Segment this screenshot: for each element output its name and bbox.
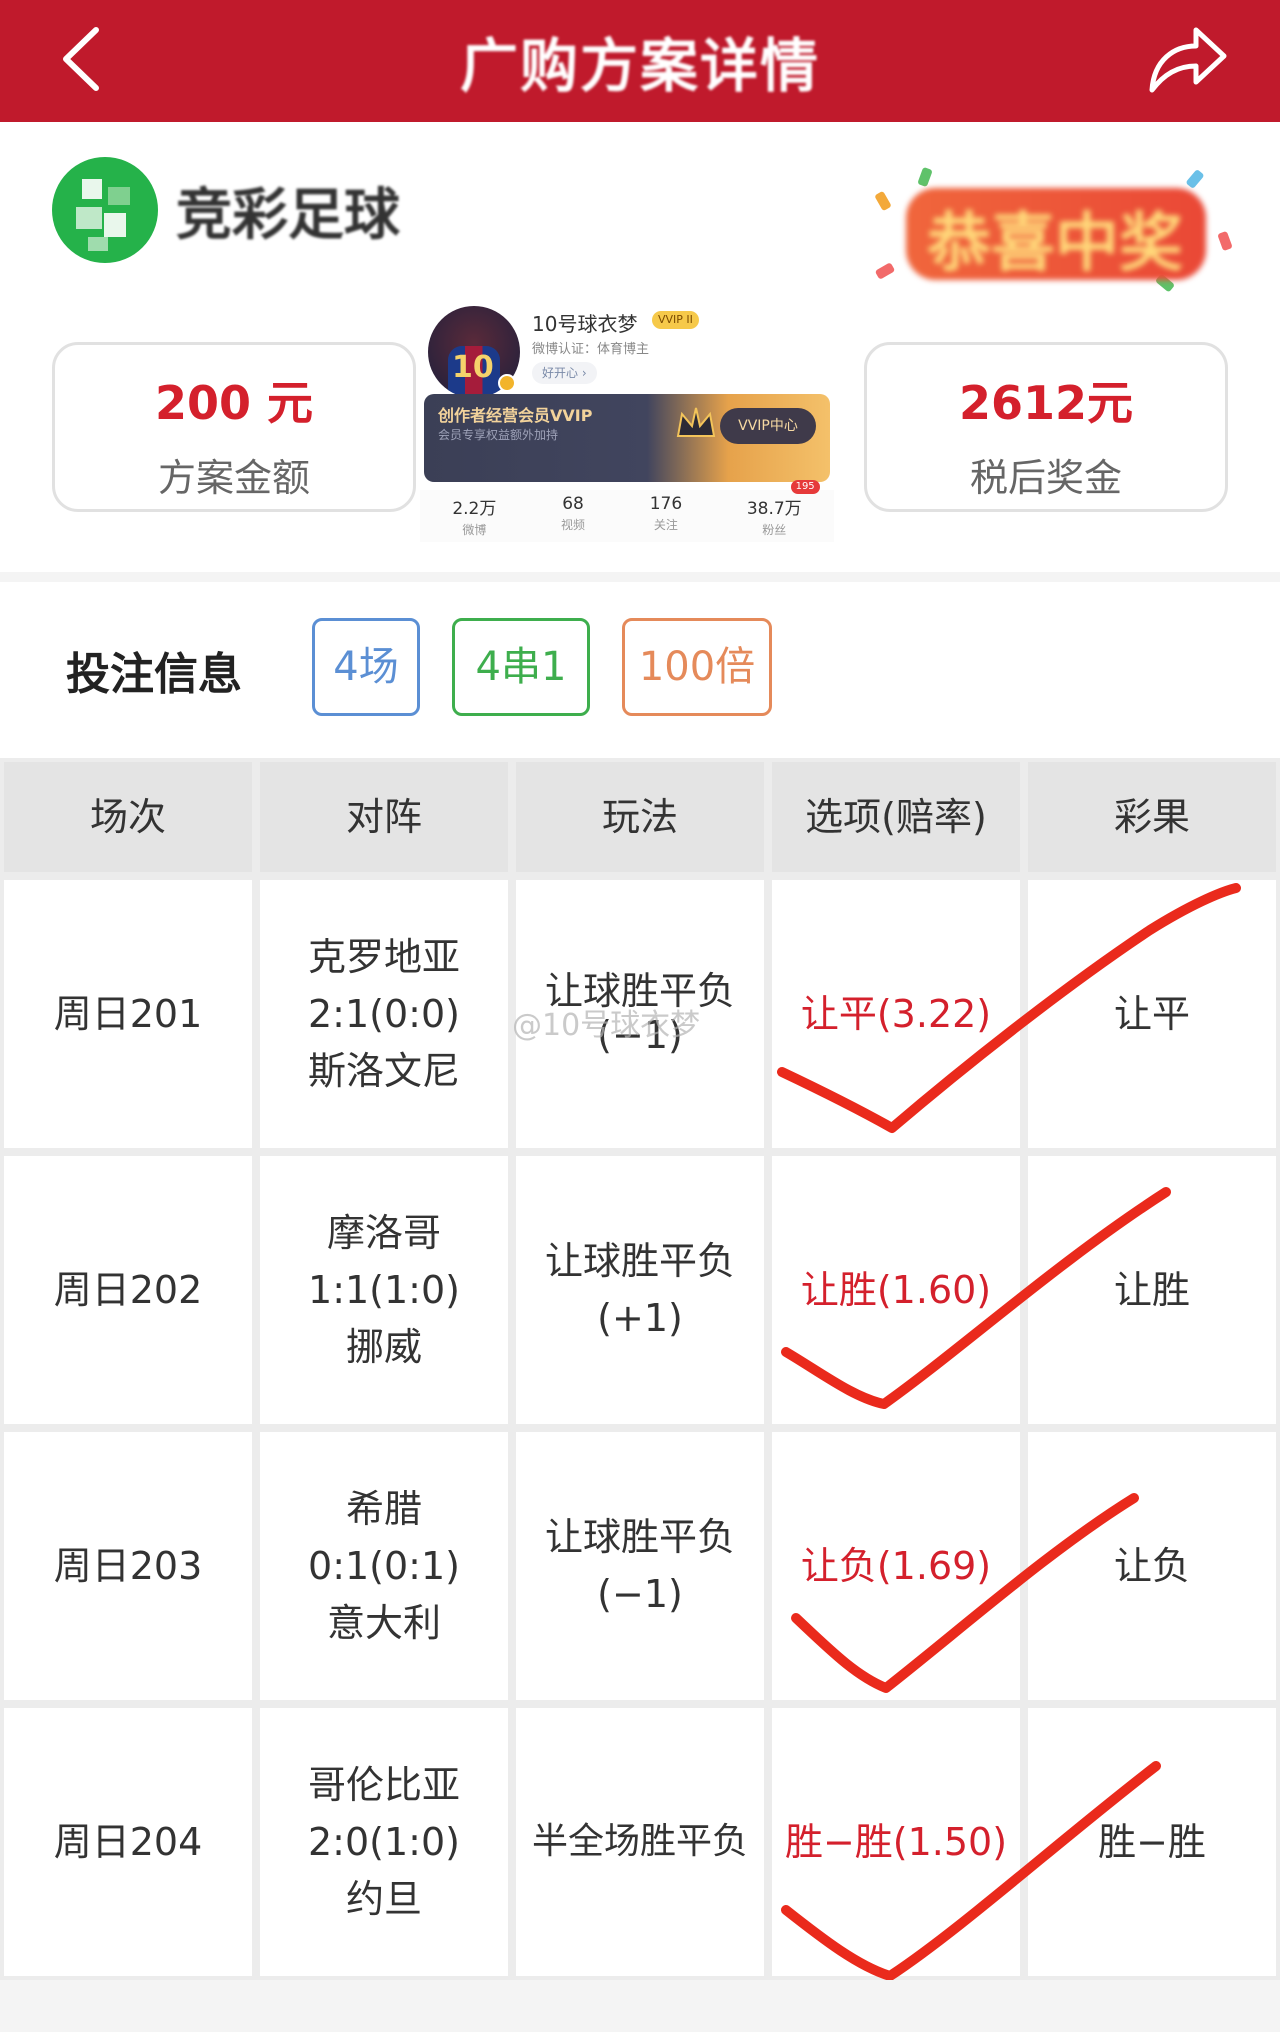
vvip-subtitle: 会员专享权益额外加持 [438,428,559,442]
stat-video[interactable]: 68 视频 [561,490,585,542]
bet-info-heading: 投注信息 [66,649,242,700]
stat-video-num: 68 [562,494,584,514]
vvip-title: 创作者经营会员VVIP [438,406,593,425]
cell-result: 让负 [1028,1432,1276,1700]
home-team: 克罗地亚 [307,934,460,979]
match-score: 0:1(0:1) [308,1543,460,1588]
profile-name[interactable]: 10号球衣梦 [532,308,637,337]
cell-result: 让胜 [1028,1156,1276,1424]
shirt-number: 10 [452,350,494,385]
bet-table: 场次 对阵 玩法 选项(赔率) 彩果 周日201 克罗地亚 2:1(0:0) 斯… [0,758,1280,1980]
vvip-banner[interactable]: 创作者经营会员VVIP 会员专享权益额外加持 VVIP中心 [424,394,830,482]
play-type: 让球胜平负 [544,1239,735,1283]
chip-multiplier: 100倍 [622,618,772,716]
brand-name: 竞彩足球 [176,182,400,248]
stat-fans-label: 粉丝 [762,523,787,537]
away-team: 意大利 [326,1600,441,1645]
chip-combo: 4串1 [452,618,590,716]
cell-option: 胜−胜(1.50) [772,1708,1020,1976]
stat-weibo[interactable]: 2.2万 微博 [452,490,496,542]
notification-badge: 195 [790,480,820,494]
away-team: 约旦 [345,1876,422,1921]
play-type: 让球胜平负 [544,1515,735,1559]
table-header: 场次 [4,762,252,872]
stat-fans[interactable]: 38.7万 粉丝 195 [746,480,820,542]
match-score: 1:1(1:0) [308,1267,460,1312]
cell-option: 让胜(1.60) [772,1156,1020,1424]
brand-logo: 竞彩足球 [52,157,400,263]
home-team: 哥伦比亚 [307,1762,460,1807]
play-handicap: (−1) [597,1572,683,1616]
cell-result: 让平 [1028,880,1276,1148]
amount-box: 200 元 方案金额 [52,342,416,512]
home-team: 希腊 [345,1486,422,1531]
play-type: 半全场胜平负 [531,1821,748,1862]
prize-value: 2612元 [958,376,1134,430]
watermark: @10号球衣梦 [512,1008,701,1043]
vvip-center-button[interactable]: VVIP中心 [720,408,816,444]
page-title: 广购方案详情 [459,32,820,100]
page-bottom [0,1980,1280,2032]
match-score: 2:0(1:0) [308,1819,460,1864]
home-team: 摩洛哥 [326,1210,441,1255]
amount-label: 方案金额 [157,456,310,500]
prize-box: 2612元 税后奖金 [864,342,1228,512]
cell-match: 摩洛哥 1:1(1:0) 挪威 [260,1156,508,1424]
chip-matches: 4场 [312,618,420,716]
cell-play: 让球胜平负 (+1) [516,1156,764,1424]
option-odds: 让负(1.69) [800,1543,992,1588]
away-team: 挪威 [345,1324,422,1369]
stat-follow[interactable]: 176 关注 [650,490,682,542]
stat-weibo-num: 2.2万 [452,499,497,519]
prize-label: 税后奖金 [969,456,1122,500]
table-header: 对阵 [260,762,508,872]
hero-section: 竞彩足球 恭喜中奖 200 元 方案金额 2612元 税后奖金 10 10号球衣… [0,122,1280,572]
cell-session: 周日203 [4,1432,252,1700]
cell-match: 希腊 0:1(0:1) 意大利 [260,1432,508,1700]
table-header: 选项(赔率) [772,762,1020,872]
match-score: 2:1(0:0) [308,991,460,1036]
bet-info-section: 投注信息 4场 4串1 100倍 [0,582,1280,758]
cell-result: 胜−胜 [1028,1708,1276,1976]
option-odds: 让胜(1.60) [800,1267,992,1312]
crown-icon [676,407,716,437]
cell-play: 半全场胜平负 [516,1708,764,1976]
profile-card[interactable]: 10 10号球衣梦 VVIP II 微博认证：体育博主 好开心 › 创作者经营会… [420,302,834,542]
play-handicap: (+1) [597,1296,683,1340]
cell-session: 周日202 [4,1156,252,1424]
table-header: 彩果 [1028,762,1276,872]
option-odds: 让平(3.22) [800,991,992,1036]
app-header: 广购方案详情 [0,0,1280,122]
happy-badge[interactable]: 好开心 › [532,362,597,384]
badge-text: 恭喜中奖 [927,207,1183,281]
amount-value: 200 元 [154,376,314,430]
option-odds: 胜−胜(1.50) [784,1819,1008,1864]
cell-option: 让平(3.22) [772,880,1020,1148]
away-team: 斯洛文尼 [307,1048,460,1093]
winning-badge: 恭喜中奖 [860,162,1240,293]
stat-fans-num: 38.7万 [746,499,802,519]
table-header: 玩法 [516,762,764,872]
cell-play: 让球胜平负 (−1) [516,1432,764,1700]
cell-match: 哥伦比亚 2:0(1:0) 约旦 [260,1708,508,1976]
cell-session: 周日201 [4,880,252,1148]
verified-icon [498,374,516,392]
stat-follow-label: 关注 [653,518,678,532]
brand-logo-icon [52,157,158,263]
share-arrow-icon[interactable] [1144,18,1230,98]
vip-tag: VVIP II [652,311,699,329]
cell-option: 让负(1.69) [772,1432,1020,1700]
stat-follow-num: 176 [649,494,683,514]
profile-cert: 微博认证：体育博主 [532,342,650,357]
chevron-left-icon[interactable] [52,24,112,94]
stat-weibo-label: 微博 [462,523,487,537]
stat-video-label: 视频 [561,518,586,532]
cell-session: 周日204 [4,1708,252,1976]
profile-stats: 2.2万 微博 68 视频 176 关注 38.7万 粉丝 195 [420,480,834,542]
cell-match: 克罗地亚 2:1(0:0) 斯洛文尼 [260,880,508,1148]
